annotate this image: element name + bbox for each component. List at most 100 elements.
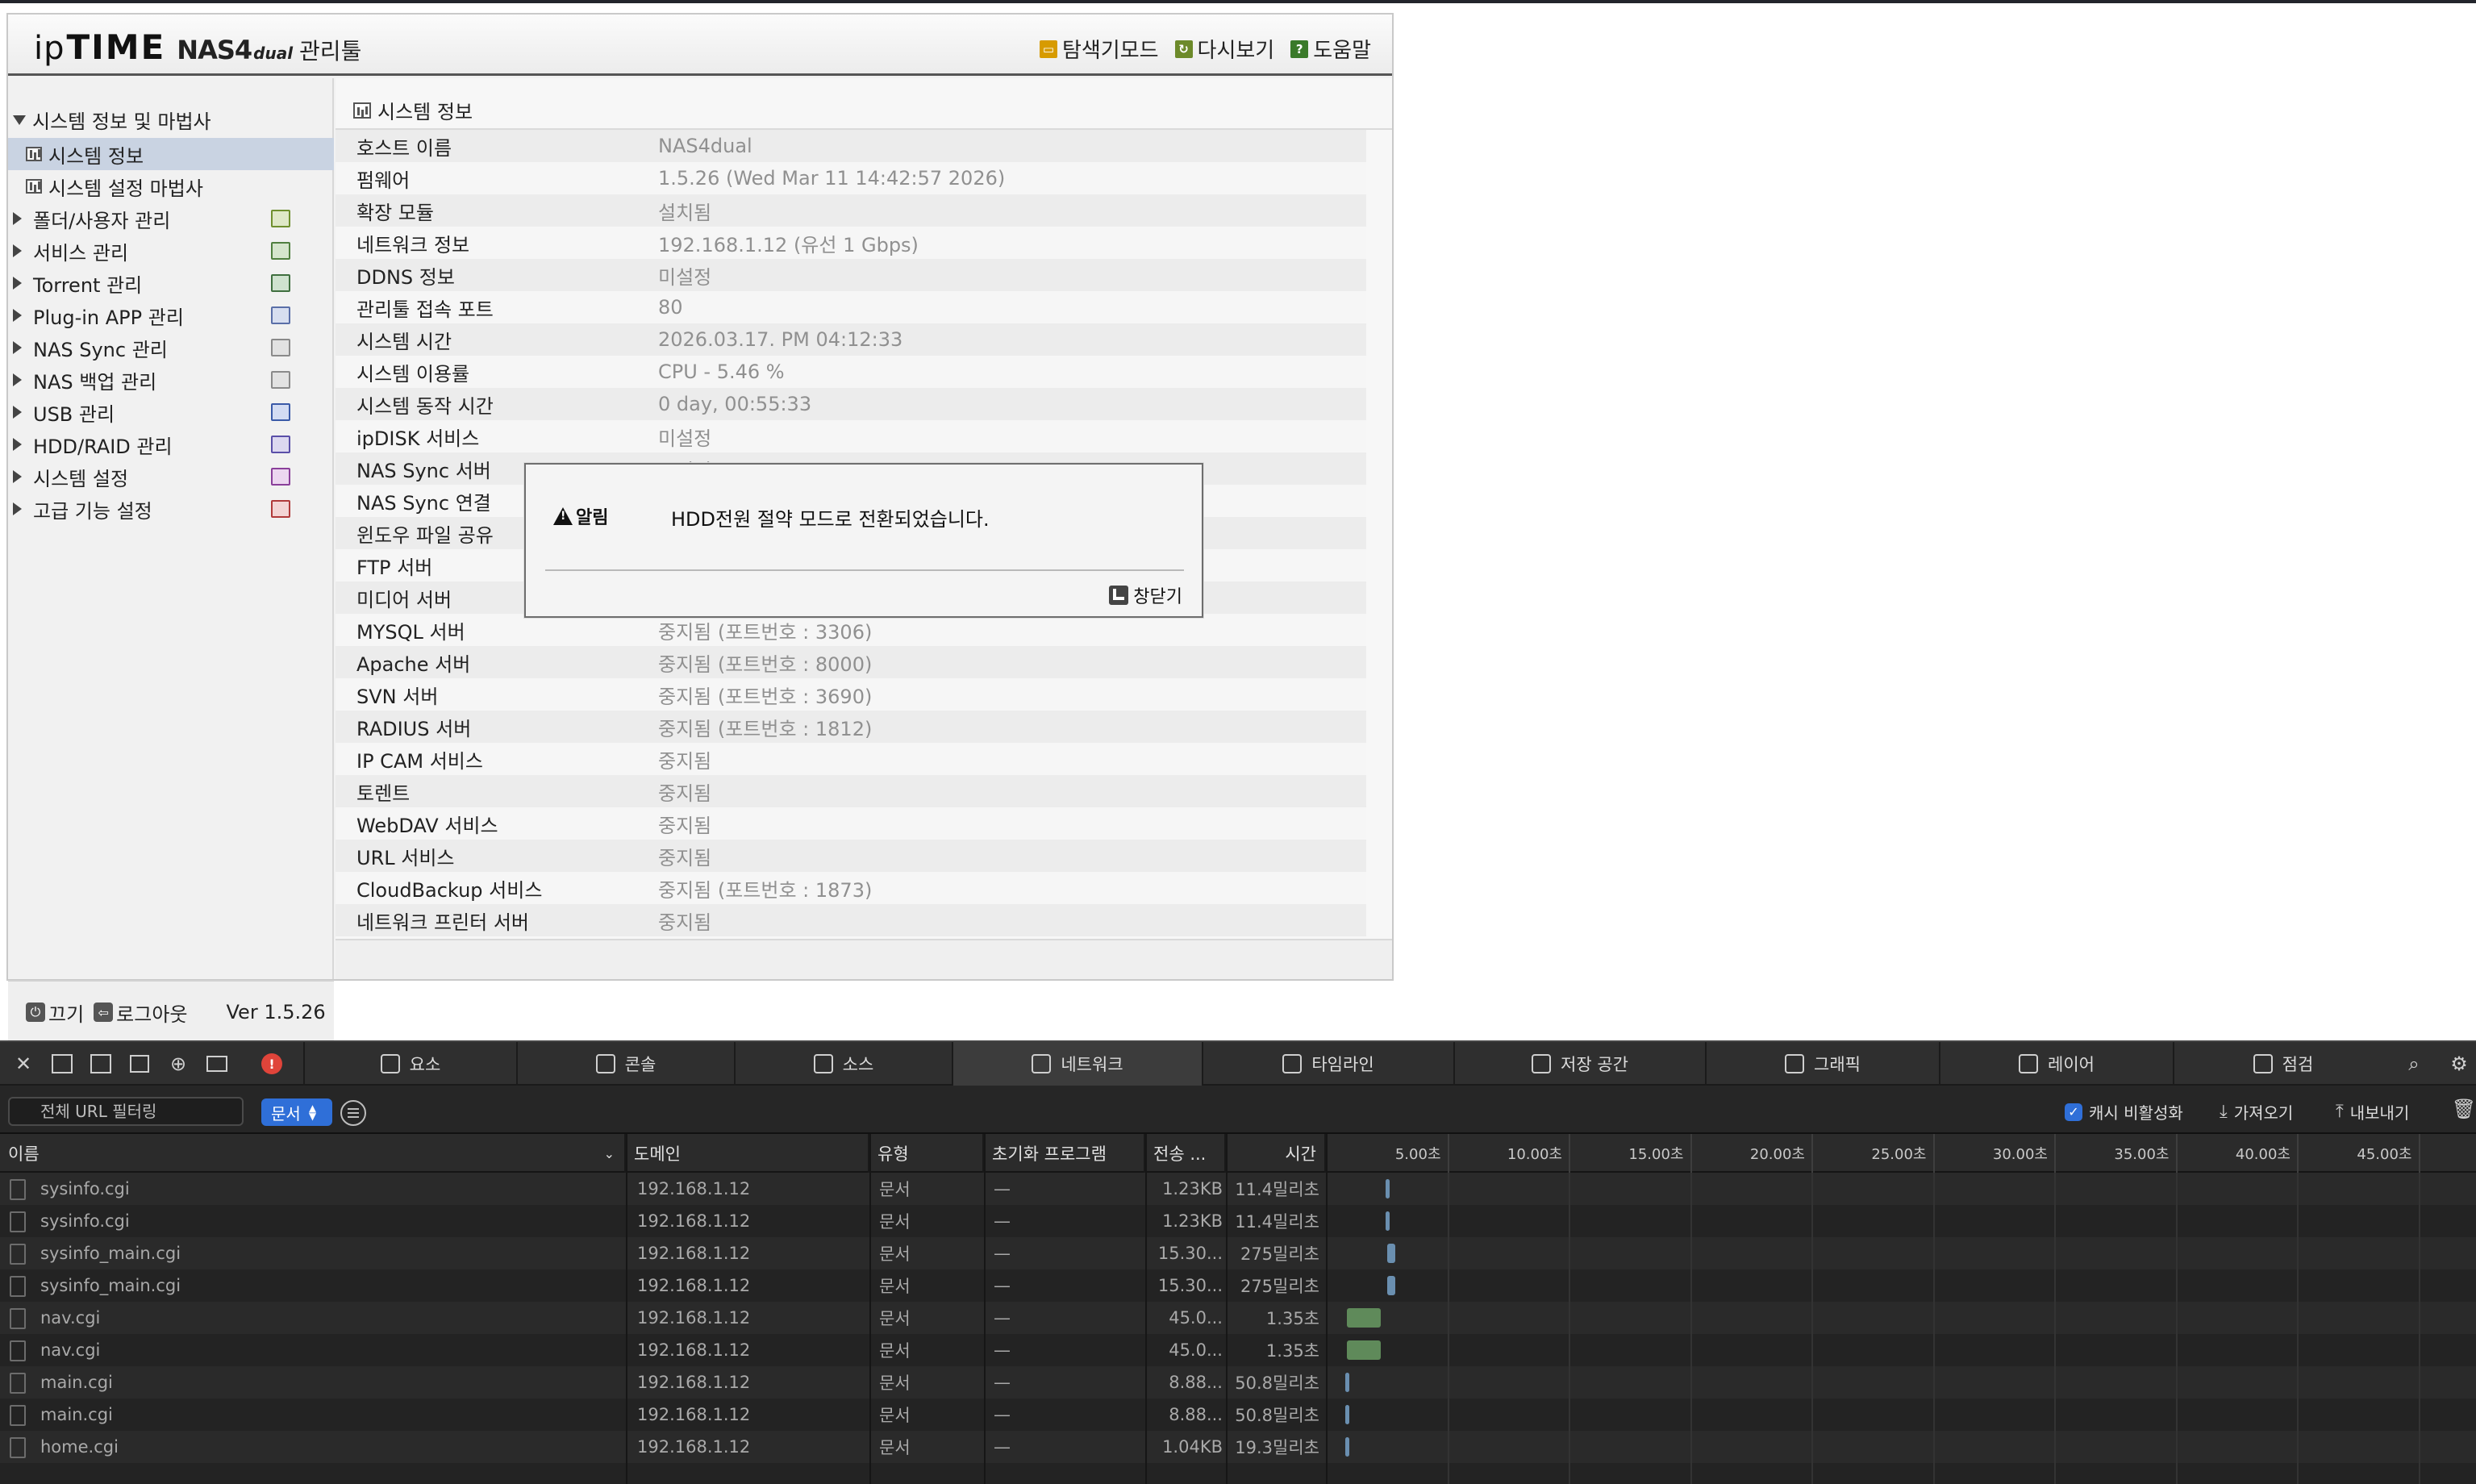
elements-icon	[380, 1054, 400, 1073]
column-separator	[1145, 1134, 1147, 1484]
crosshair-icon[interactable]: ⊕	[166, 1052, 190, 1076]
filter-options-icon[interactable]	[340, 1100, 366, 1126]
explorer-mode-link[interactable]: ▭ 탐색기모드	[1039, 34, 1159, 64]
close-window-label: 창닫기	[1133, 587, 1182, 607]
column-separator	[626, 1134, 627, 1484]
request-initiator: —	[994, 1211, 1011, 1231]
info-value: 중지됨	[658, 782, 712, 805]
sidebar-cat-label: NAS 백업 관리	[33, 370, 157, 394]
column-initiator[interactable]: 초기화 프로그램	[984, 1134, 1145, 1173]
waterfall-tick: 15.00초	[1570, 1134, 1692, 1173]
info-key: 펌웨어	[356, 169, 411, 192]
help-link[interactable]: ? 도움말	[1290, 34, 1371, 64]
sidebar-cat-system-settings[interactable]: 시스템 설정	[8, 461, 334, 493]
request-size: 1.04KB	[1162, 1437, 1223, 1457]
sidebar-cat-advanced[interactable]: 고급 기능 설정	[8, 493, 334, 525]
request-time: 50.8밀리초	[1235, 1406, 1319, 1425]
tab-audit[interactable]: 점검	[2173, 1042, 2392, 1086]
download-icon: ⤓	[2220, 1102, 2228, 1122]
tab-network[interactable]: 네트워크	[952, 1042, 1202, 1086]
request-size: 15.30...	[1157, 1244, 1223, 1263]
sidebar-item-setup-wizard[interactable]: 시스템 설정 마법사	[8, 170, 334, 202]
request-row[interactable]: sysinfo_main.cgi 192.168.1.12 문서 — 15.30... 2…	[0, 1269, 2476, 1302]
request-row[interactable]: main.cgi 192.168.1.12 문서 — 8.88... 50.8밀리초	[0, 1399, 2476, 1431]
sidebar-cat-label: 서비스 관리	[33, 241, 129, 265]
tab-elements[interactable]: 요소	[303, 1042, 516, 1086]
info-value: 설치됨	[658, 201, 712, 224]
sidebar-cat-folder-user[interactable]: 폴더/사용자 관리	[8, 202, 334, 235]
tree-root-system-info[interactable]: 시스템 정보 및 마법사	[13, 106, 211, 134]
search-icon[interactable]: ⌕	[2402, 1052, 2426, 1076]
import-button[interactable]: ⤓ 가져오기	[2220, 1100, 2293, 1123]
tab-layers[interactable]: 레이어	[1939, 1042, 2173, 1086]
request-row[interactable]: sysinfo_main.cgi 192.168.1.12 문서 — 15.30... 2…	[0, 1237, 2476, 1269]
refresh-link[interactable]: ↻ 다시보기	[1174, 34, 1275, 64]
sidebar-cat-torrent[interactable]: Torrent 관리	[8, 267, 334, 299]
column-type[interactable]: 유형	[869, 1134, 984, 1173]
sidebar-cat-nas-backup[interactable]: NAS 백업 관리	[8, 364, 334, 396]
sidebar-cat-service[interactable]: 서비스 관리	[8, 235, 334, 267]
dock-side-icon[interactable]	[89, 1052, 113, 1076]
tab-timeline[interactable]: 타임라인	[1202, 1042, 1453, 1086]
tab-storage[interactable]: 저장 공간	[1453, 1042, 1705, 1086]
column-name[interactable]: 이름 ⌄	[0, 1134, 626, 1173]
sidebar-cat-hdd-raid[interactable]: HDD/RAID 관리	[8, 428, 334, 461]
logout-button[interactable]: ⇦ 로그아웃	[94, 998, 188, 1027]
request-row[interactable]: nav.cgi 192.168.1.12 문서 — 45.0... 1.35초	[0, 1302, 2476, 1334]
request-row[interactable]: home.cgi 192.168.1.12 문서 — 1.04KB 19.3밀리초	[0, 1431, 2476, 1463]
sidebar-cat-plugin[interactable]: Plug-in APP 관리	[8, 299, 334, 331]
close-window-button[interactable]: 창닫기	[1109, 582, 1182, 608]
refresh-label: 다시보기	[1197, 39, 1275, 63]
error-badge-icon[interactable]: !	[260, 1052, 284, 1076]
info-row: RADIUS 서버 중지됨 (포트번호 : 1812)	[336, 711, 1366, 743]
sidebar-cat-nas-sync[interactable]: NAS Sync 관리	[8, 331, 334, 364]
tab-graphics[interactable]: 그래픽	[1705, 1042, 1939, 1086]
folder-user-icon	[271, 210, 290, 227]
info-value: 중지됨 (포트번호 : 3690)	[658, 685, 873, 708]
info-row: ipDISK 서비스 미설정	[336, 420, 1366, 452]
device-icon[interactable]	[205, 1052, 229, 1076]
request-size: 1.23KB	[1162, 1211, 1223, 1231]
chart-icon	[26, 147, 42, 161]
dock-bottom-icon[interactable]	[50, 1052, 74, 1076]
logo-model: NAS4	[177, 35, 252, 65]
gear-icon[interactable]: ⚙	[2447, 1052, 2471, 1076]
tab-label: 레이어	[2048, 1055, 2095, 1074]
info-row: 호스트 이름 NAS4dual	[336, 130, 1366, 162]
inspector-tab-bar: ✕ ⊕ ! 요소 콘솔 소스 네트워크 타임라인 저장 공간 그래픽 레이어 점검 ⌕ ⚙	[0, 1040, 2476, 1086]
resource-type-select[interactable]: 문서 ▲ ▼	[261, 1098, 332, 1126]
tab-console[interactable]: 콘솔	[516, 1042, 734, 1086]
request-row[interactable]: sysinfo.cgi 192.168.1.12 문서 — 1.23KB 11.4밀리초	[0, 1173, 2476, 1205]
info-value: 중지됨	[658, 846, 712, 869]
info-value: 미설정	[658, 427, 712, 450]
url-filter-input[interactable]: 전체 URL 필터링	[8, 1097, 244, 1126]
document-icon	[10, 1405, 26, 1426]
console-icon	[595, 1054, 615, 1073]
column-time[interactable]: 시간	[1226, 1134, 1326, 1173]
power-off-button[interactable]: ⏻ 끄기	[26, 998, 84, 1027]
request-row[interactable]: sysinfo.cgi 192.168.1.12 문서 — 1.23KB 11.4밀리초	[0, 1205, 2476, 1237]
column-domain[interactable]: 도메인	[626, 1134, 869, 1173]
service-icon	[271, 242, 290, 260]
request-row[interactable]: main.cgi 192.168.1.12 문서 — 8.88... 50.8밀리초	[0, 1366, 2476, 1399]
document-icon	[10, 1437, 26, 1458]
info-value: 1.5.26 (Wed Mar 11 14:42:57 2026)	[658, 167, 1006, 190]
waterfall-tick: 35.00초	[2056, 1134, 2178, 1173]
request-row[interactable]: nav.cgi 192.168.1.12 문서 — 45.0... 1.35초	[0, 1334, 2476, 1366]
waterfall-bar	[1386, 1211, 1390, 1231]
column-transfer[interactable]: 전송 ...	[1145, 1134, 1226, 1173]
detach-icon[interactable]	[127, 1052, 152, 1076]
export-button[interactable]: ⤒ 내보내기	[2336, 1100, 2409, 1123]
close-icon[interactable]: ✕	[11, 1052, 35, 1076]
sidebar-cat-usb[interactable]: USB 관리	[8, 396, 334, 428]
request-size: 45.0...	[1169, 1308, 1223, 1328]
iptime-logo: ip TIME NAS4 dual 관리툴	[34, 27, 361, 67]
request-type: 문서	[879, 1180, 911, 1199]
waterfall-tick: 25.00초	[1813, 1134, 1935, 1173]
warning-icon	[553, 507, 573, 525]
sidebar-item-system-info[interactable]: 시스템 정보	[8, 138, 334, 170]
trash-icon[interactable]: 🗑	[2452, 1097, 2476, 1121]
disable-cache-toggle[interactable]: ✓ 캐시 비활성화	[2065, 1100, 2183, 1123]
info-key: CloudBackup 서비스	[356, 878, 543, 902]
tab-sources[interactable]: 소스	[734, 1042, 952, 1086]
